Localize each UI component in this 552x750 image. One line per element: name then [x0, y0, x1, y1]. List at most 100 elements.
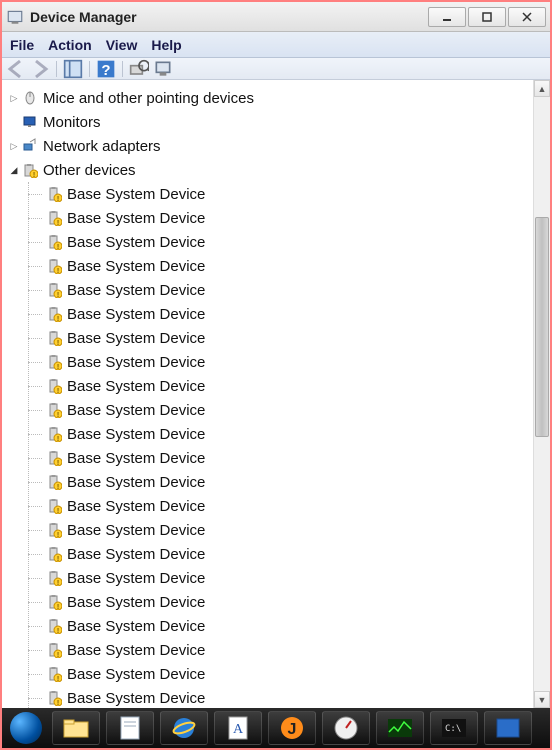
- tree-child-node[interactable]: ! Base System Device: [29, 230, 531, 254]
- svg-text:!: !: [57, 628, 59, 634]
- tree-child-node[interactable]: ! Base System Device: [29, 566, 531, 590]
- device-warning-icon: !: [46, 402, 62, 418]
- tree-node-label: Base System Device: [67, 258, 205, 275]
- device-warning-icon: !: [46, 570, 62, 586]
- scroll-down-button[interactable]: ▼: [534, 691, 550, 708]
- tree-child-node[interactable]: ! Base System Device: [29, 518, 531, 542]
- maximize-button[interactable]: [468, 7, 506, 27]
- taskbar-java[interactable]: J: [268, 711, 316, 745]
- svg-text:C:\: C:\: [445, 724, 461, 734]
- svg-text:!: !: [57, 484, 59, 490]
- taskbar-wordpad[interactable]: A: [214, 711, 262, 745]
- svg-text:!: !: [57, 340, 59, 346]
- device-warning-icon: !: [46, 546, 62, 562]
- minimize-button[interactable]: [428, 7, 466, 27]
- tree-node-label: Base System Device: [67, 234, 205, 251]
- mouse-icon: [22, 90, 38, 106]
- tree-child-node[interactable]: ! Base System Device: [29, 470, 531, 494]
- toolbar: ?: [2, 58, 550, 80]
- tree-child-node[interactable]: ! Base System Device: [29, 662, 531, 686]
- taskbar-app[interactable]: [484, 711, 532, 745]
- svg-text:!: !: [57, 580, 59, 586]
- tree-child-node[interactable]: ! Base System Device: [29, 614, 531, 638]
- tree-node-label: Base System Device: [67, 546, 205, 563]
- scroll-track[interactable]: [534, 97, 550, 691]
- computer-warning-icon: !: [22, 162, 38, 178]
- tree-child-node[interactable]: ! Base System Device: [29, 326, 531, 350]
- scan-button[interactable]: [129, 60, 149, 78]
- scroll-up-button[interactable]: ▲: [534, 80, 550, 97]
- tree-child-node[interactable]: ! Base System Device: [29, 446, 531, 470]
- expander-icon[interactable]: ◢: [8, 164, 20, 176]
- tree-child-node[interactable]: ! Base System Device: [29, 182, 531, 206]
- tree-child-node[interactable]: ! Base System Device: [29, 422, 531, 446]
- svg-text:!: !: [57, 364, 59, 370]
- taskbar-ie[interactable]: [160, 711, 208, 745]
- menu-help[interactable]: Help: [151, 37, 181, 53]
- device-warning-icon: !: [46, 690, 62, 706]
- svg-text:!: !: [57, 292, 59, 298]
- tree-child-node[interactable]: ! Base System Device: [29, 398, 531, 422]
- taskbar-taskmgr[interactable]: [376, 711, 424, 745]
- tree-node[interactable]: Monitors: [8, 110, 531, 134]
- device-warning-icon: !: [46, 330, 62, 346]
- svg-text:!: !: [57, 316, 59, 322]
- tree-node-other-devices[interactable]: ◢ ! Other devices: [8, 158, 531, 182]
- tree-node-label: Base System Device: [67, 690, 205, 707]
- tree-child-node[interactable]: ! Base System Device: [29, 350, 531, 374]
- close-button[interactable]: [508, 7, 546, 27]
- tree-node-label: Base System Device: [67, 426, 205, 443]
- tree-child-node[interactable]: ! Base System Device: [29, 494, 531, 518]
- content-area: ▷ Mice and other pointing devices Monito…: [2, 80, 550, 708]
- tree-child-node[interactable]: ! Base System Device: [29, 374, 531, 398]
- properties-button[interactable]: [153, 60, 173, 78]
- taskbar: A J C:\: [2, 708, 550, 748]
- tree-node[interactable]: ▷ Network adapters: [8, 134, 531, 158]
- device-warning-icon: !: [46, 378, 62, 394]
- svg-text:A: A: [233, 722, 244, 737]
- menu-view[interactable]: View: [106, 37, 138, 53]
- tree-child-node[interactable]: ! Base System Device: [29, 302, 531, 326]
- tree-child-node[interactable]: ! Base System Device: [29, 206, 531, 230]
- svg-text:!: !: [57, 196, 59, 202]
- taskbar-explorer[interactable]: [52, 711, 100, 745]
- tree-node-label: Base System Device: [67, 570, 205, 587]
- svg-text:!: !: [57, 268, 59, 274]
- expander-icon[interactable]: ▷: [8, 92, 20, 104]
- tree-node-label: Base System Device: [67, 450, 205, 467]
- network-icon: [22, 138, 38, 154]
- tree-child-node[interactable]: ! Base System Device: [29, 542, 531, 566]
- scroll-thumb[interactable]: [535, 217, 549, 437]
- scrollbar[interactable]: ▲ ▼: [533, 80, 550, 708]
- tree-child-node[interactable]: ! Base System Device: [29, 278, 531, 302]
- tree-child-node[interactable]: ! Base System Device: [29, 254, 531, 278]
- show-hide-tree-button[interactable]: [63, 60, 83, 78]
- menu-action[interactable]: Action: [48, 37, 92, 53]
- taskbar-notes[interactable]: [106, 711, 154, 745]
- tree-child-node[interactable]: ! Base System Device: [29, 686, 531, 708]
- taskbar-cmd[interactable]: C:\: [430, 711, 478, 745]
- tree-node-label: Base System Device: [67, 474, 205, 491]
- menu-file[interactable]: File: [10, 37, 34, 53]
- tree-child-node[interactable]: ! Base System Device: [29, 590, 531, 614]
- tree-child-node[interactable]: ! Base System Device: [29, 638, 531, 662]
- device-warning-icon: !: [46, 642, 62, 658]
- device-tree[interactable]: ▷ Mice and other pointing devices Monito…: [2, 80, 533, 708]
- device-warning-icon: !: [46, 282, 62, 298]
- tree-node-label: Base System Device: [67, 282, 205, 299]
- svg-text:!: !: [57, 508, 59, 514]
- device-warning-icon: !: [46, 186, 62, 202]
- expander-icon[interactable]: [8, 116, 20, 128]
- help-button[interactable]: ?: [96, 60, 116, 78]
- taskbar-start[interactable]: [6, 711, 46, 745]
- device-warning-icon: !: [46, 354, 62, 370]
- tree-node-label: Base System Device: [67, 618, 205, 635]
- tree-node[interactable]: ▷ Mice and other pointing devices: [8, 86, 531, 110]
- svg-text:!: !: [57, 460, 59, 466]
- back-button: [6, 60, 26, 78]
- device-warning-icon: !: [46, 666, 62, 682]
- window-title: Device Manager: [30, 9, 137, 25]
- taskbar-gauge[interactable]: [322, 711, 370, 745]
- expander-icon[interactable]: ▷: [8, 140, 20, 152]
- forward-button: [30, 60, 50, 78]
